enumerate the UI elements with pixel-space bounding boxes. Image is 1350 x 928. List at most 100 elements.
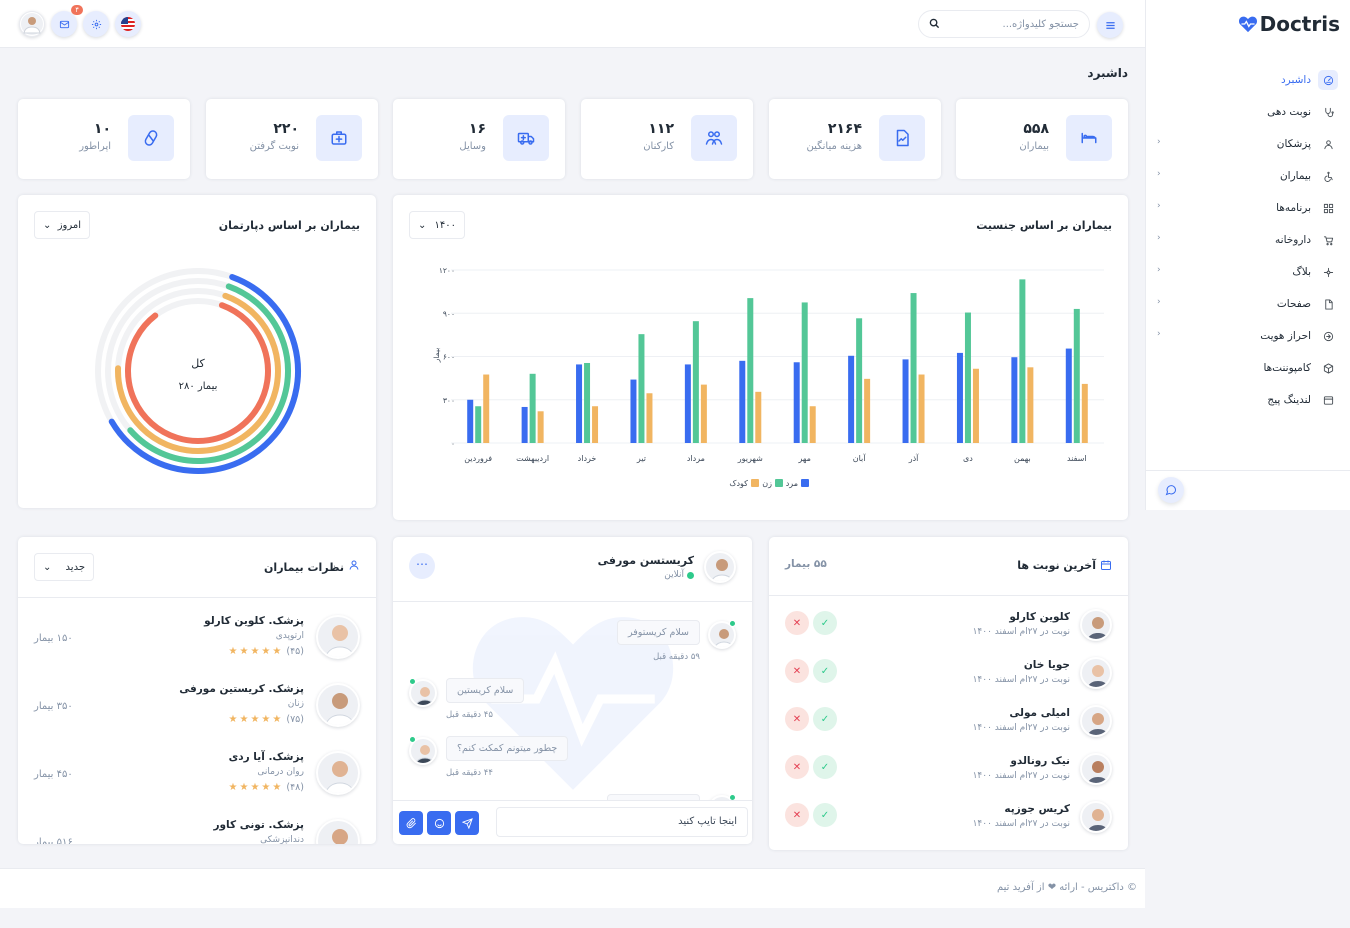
menu-toggle-icon[interactable] <box>1097 12 1123 38</box>
send-icon[interactable] <box>455 811 479 835</box>
x-tick-label: دی <box>963 454 973 463</box>
sidebar-item-label: بیماران <box>1279 170 1311 182</box>
bar-مرد[interactable] <box>902 359 909 443</box>
bar-کودک[interactable] <box>1081 383 1088 443</box>
bar-کودک[interactable] <box>483 374 490 443</box>
accept-icon[interactable]: ✓ <box>813 707 837 731</box>
more-options-icon[interactable]: ⋯ <box>409 553 435 579</box>
ring-arc[interactable] <box>115 292 281 454</box>
sidebar-item-9[interactable]: کامپوننت‌ها <box>1145 352 1350 384</box>
sidebar-item-6[interactable]: بلاگ ‹ <box>1145 256 1350 288</box>
bar-مرد[interactable] <box>467 399 474 443</box>
sidebar-item-2[interactable]: پزشکان ‹ <box>1145 128 1350 160</box>
bar-زن[interactable] <box>964 312 971 443</box>
ring-arc[interactable] <box>125 302 271 444</box>
stat-card[interactable]: ۱۶ وسایل <box>393 99 565 179</box>
bar-کودک[interactable] <box>972 368 979 443</box>
bar-مرد[interactable] <box>1011 357 1018 443</box>
bar-کودک[interactable] <box>1027 367 1034 443</box>
sidebar-item-label: نوبت دهی <box>1267 106 1311 118</box>
bar-زن[interactable] <box>692 321 699 443</box>
chevron-down-icon: ⌄ <box>43 561 52 573</box>
bar-کودک[interactable] <box>809 406 816 443</box>
stat-card[interactable]: ۱۱۲ کارکنان <box>581 99 753 179</box>
bar-کودک[interactable] <box>864 378 871 443</box>
bar-مرد[interactable] <box>684 364 691 443</box>
sidebar-item-4[interactable]: برنامه‌ها ‹ <box>1145 192 1350 224</box>
bar-کودک[interactable] <box>646 393 653 443</box>
accept-icon[interactable]: ✓ <box>813 659 837 683</box>
reject-icon[interactable]: ✕ <box>785 611 809 635</box>
stat-value: ۱۶ <box>468 121 486 137</box>
emoji-icon[interactable] <box>427 811 451 835</box>
settings-gear-icon[interactable] <box>83 11 109 37</box>
bar-مرد[interactable] <box>848 355 855 443</box>
sidebar-item-label: پزشکان <box>1276 138 1311 150</box>
doctor-name[interactable]: پزشک. آیا ردی <box>229 751 304 763</box>
sidebar-item-label: بلاگ <box>1292 266 1311 278</box>
reject-icon[interactable]: ✕ <box>785 755 809 779</box>
doctor-name[interactable]: پزشک. تونی کاور <box>213 819 304 831</box>
bar-مرد[interactable] <box>956 352 963 443</box>
sidebar-item-label: صفحات <box>1276 298 1311 310</box>
bar-زن[interactable] <box>856 318 863 443</box>
reviews-filter-select[interactable]: جدید ⌄ <box>34 553 94 581</box>
brand-logo[interactable]: Doctris <box>1238 12 1340 36</box>
accept-icon[interactable]: ✓ <box>813 803 837 827</box>
bar-زن[interactable] <box>747 298 754 443</box>
search-icon <box>929 18 940 32</box>
bar-مرد[interactable] <box>739 360 746 443</box>
bar-کودک[interactable] <box>592 406 599 443</box>
bar-زن[interactable] <box>801 302 808 443</box>
y-tick-label: ۶۰۰ <box>443 353 455 362</box>
reject-icon[interactable]: ✕ <box>785 803 809 827</box>
user-avatar[interactable] <box>19 11 45 37</box>
bar-زن[interactable] <box>529 373 536 443</box>
chat-message-input[interactable]: اینجا تایپ کنید <box>496 807 748 837</box>
bar-زن[interactable] <box>1073 308 1080 443</box>
user-icon <box>348 559 360 574</box>
sidebar-item-8[interactable]: احراز هویت ‹ <box>1145 320 1350 352</box>
x-tick-label: آذر <box>908 453 919 463</box>
stat-card[interactable]: ۲۱۶۴ هزینه میانگین <box>769 99 941 179</box>
stat-card[interactable]: ۲۲۰ نوبت گرفتن <box>206 99 378 179</box>
sidebar-item-10[interactable]: لندینگ پیج <box>1145 384 1350 416</box>
chat-icon[interactable] <box>1158 477 1184 503</box>
reject-icon[interactable]: ✕ <box>785 659 809 683</box>
bar-زن[interactable] <box>1019 279 1026 443</box>
bar-مرد[interactable] <box>793 362 800 443</box>
doctor-name[interactable]: پزشک. کریستین مورفی <box>179 683 304 695</box>
sidebar-item-7[interactable]: صفحات ‹ <box>1145 288 1350 320</box>
bar-کودک[interactable] <box>755 391 762 443</box>
bar-زن[interactable] <box>638 334 645 443</box>
sidebar-item-1[interactable]: نوبت دهی <box>1145 96 1350 128</box>
stat-label: اپراطور <box>79 141 111 152</box>
accept-icon[interactable]: ✓ <box>813 611 837 635</box>
bar-مرد[interactable] <box>521 406 528 443</box>
bar-زن[interactable] <box>910 293 917 443</box>
bar-کودک[interactable] <box>537 411 544 443</box>
accept-icon[interactable]: ✓ <box>813 755 837 779</box>
doctor-name[interactable]: پزشک. کلوین کارلو <box>204 615 304 627</box>
medical-kit-icon <box>316 115 362 161</box>
divider <box>393 601 752 602</box>
sidebar-item-0[interactable]: داشبرد <box>1145 64 1350 96</box>
reject-icon[interactable]: ✕ <box>785 707 809 731</box>
stat-card[interactable]: ۱۰ اپراطور <box>18 99 190 179</box>
sidebar-item-5[interactable]: داروخانه ‹ <box>1145 224 1350 256</box>
bar-مرد[interactable] <box>630 379 637 443</box>
ambulance-icon <box>503 115 549 161</box>
bar-کودک[interactable] <box>918 374 925 443</box>
heart-logo-icon <box>1238 16 1257 33</box>
bar-زن[interactable] <box>475 406 482 443</box>
sidebar-item-3[interactable]: بیماران ‹ <box>1145 160 1350 192</box>
mail-icon[interactable]: ۴ <box>51 5 83 37</box>
search-input[interactable]: جستجو کلیدواژه... <box>918 10 1090 38</box>
language-flag-icon[interactable] <box>115 11 141 37</box>
bar-مرد[interactable] <box>1065 348 1072 443</box>
bar-زن[interactable] <box>584 362 591 443</box>
bar-مرد[interactable] <box>576 364 583 443</box>
bar-کودک[interactable] <box>700 384 707 443</box>
stat-card[interactable]: ۵۵۸ بیماران <box>956 99 1128 179</box>
attachment-icon[interactable] <box>399 811 423 835</box>
